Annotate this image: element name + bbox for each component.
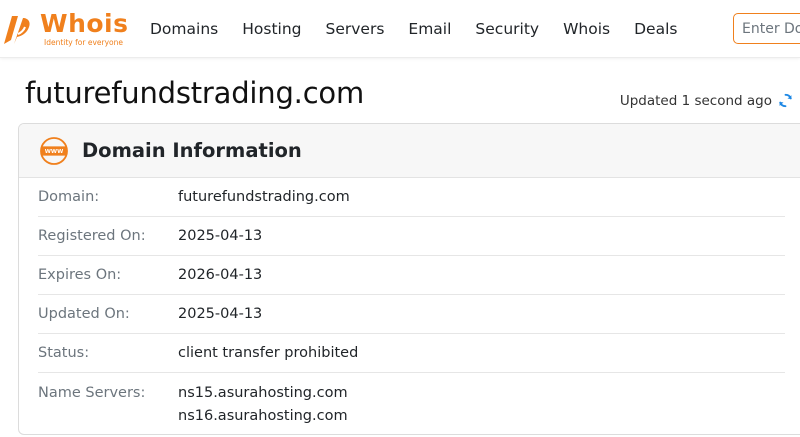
name-server: ns16.asurahosting.com (178, 408, 348, 424)
www-icon: WWW (40, 136, 68, 165)
row-value: client transfer prohibited (178, 345, 359, 361)
nav-email[interactable]: Email (408, 20, 451, 38)
row-value: 2026-04-13 (178, 267, 263, 283)
row-updated-on: Updated On: 2025-04-13 (38, 295, 785, 334)
nav-deals[interactable]: Deals (634, 20, 677, 38)
row-label: Updated On: (38, 306, 130, 322)
row-status: Status: client transfer prohibited (38, 334, 785, 373)
domain-search-input[interactable] (733, 13, 800, 44)
row-expires-on: Expires On: 2026-04-13 (38, 256, 785, 295)
nav-hosting[interactable]: Hosting (242, 20, 301, 38)
main-nav: Domains Hosting Servers Email Security W… (150, 0, 701, 58)
refresh-icon[interactable] (777, 92, 794, 109)
nav-domains[interactable]: Domains (150, 20, 218, 38)
logo-mark-icon (4, 16, 30, 44)
row-name-servers: Name Servers: ns15.asurahosting.com ns16… (38, 373, 785, 428)
nav-whois[interactable]: Whois (563, 20, 610, 38)
row-value: 2025-04-13 (178, 306, 263, 322)
name-server-list: ns15.asurahosting.com ns16.asurahosting.… (178, 382, 348, 428)
name-server: ns15.asurahosting.com (178, 385, 348, 401)
row-label: Domain: (38, 189, 100, 205)
row-label: Registered On: (38, 228, 146, 244)
updated-text: Updated 1 second ago (619, 92, 772, 109)
logo-tagline: Identity for everyone (44, 38, 123, 47)
whois-logo[interactable]: Whois Identity for everyone (0, 6, 130, 52)
top-navbar: Whois Identity for everyone Domains Host… (0, 0, 800, 58)
nav-security[interactable]: Security (475, 20, 539, 38)
card-title: Domain Information (82, 139, 302, 162)
domain-info-table: Domain: futurefundstrading.com Registere… (19, 178, 800, 428)
domain-info-card: WWW Domain Information Domain: futurefun… (18, 123, 800, 435)
row-value: 2025-04-13 (178, 228, 263, 244)
logo-text: Whois (40, 9, 129, 38)
nav-servers[interactable]: Servers (326, 20, 385, 38)
row-value: futurefundstrading.com (178, 189, 350, 205)
row-label: Name Servers: (38, 385, 146, 401)
page-title: futurefundstrading.com (25, 76, 365, 110)
row-domain: Domain: futurefundstrading.com (38, 178, 785, 217)
row-label: Expires On: (38, 267, 122, 283)
row-registered-on: Registered On: 2025-04-13 (38, 217, 785, 256)
updated-status: Updated 1 second ago (620, 92, 794, 109)
row-label: Status: (38, 345, 90, 361)
svg-text:WWW: WWW (45, 149, 64, 155)
card-header: WWW Domain Information (19, 124, 800, 178)
